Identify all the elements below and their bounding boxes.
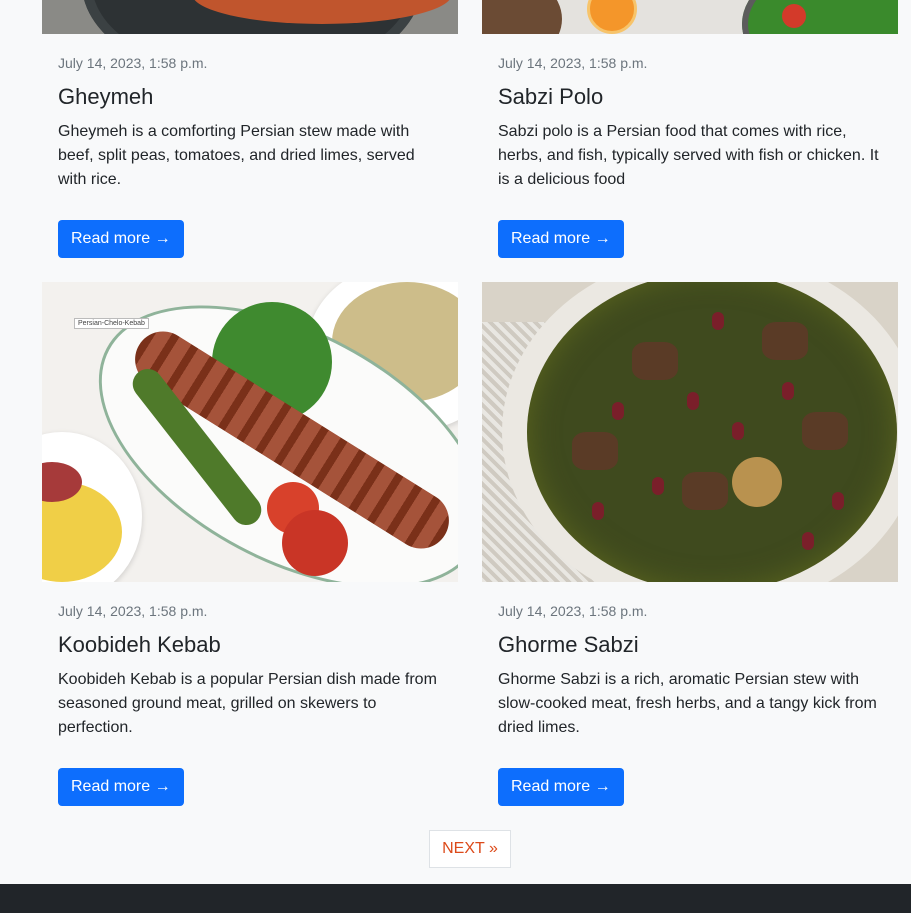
bean-shape	[712, 312, 724, 330]
post-title[interactable]: Gheymeh	[58, 84, 442, 110]
post-date: July 14, 2023, 1:58 p.m.	[58, 55, 208, 71]
plate-shape	[482, 0, 562, 34]
read-more-button[interactable]: Read more →	[58, 220, 184, 258]
read-more-button[interactable]: Read more →	[498, 768, 624, 806]
tomato-shape	[282, 510, 348, 576]
bean-shape	[832, 492, 844, 510]
bean-shape	[612, 402, 624, 420]
post-description: Gheymeh is a comforting Persian stew mad…	[58, 123, 415, 188]
post-image-koobideh-kebab[interactable]: Persian-Chelo-Kebab	[42, 282, 458, 582]
post-date: July 14, 2023, 1:58 p.m.	[498, 55, 648, 71]
bean-shape	[782, 382, 794, 400]
next-page-button[interactable]: NEXT »	[429, 830, 511, 868]
post-image-gheymeh[interactable]	[42, 0, 458, 34]
read-more-button[interactable]: Read more →	[58, 768, 184, 806]
meat-shape	[632, 342, 678, 380]
bean-shape	[732, 422, 744, 440]
post-card-sabzi-polo: July 14, 2023, 1:58 p.m. Sabzi Polo Sabz…	[482, 0, 898, 258]
post-title[interactable]: Ghorme Sabzi	[498, 632, 882, 658]
post-date: July 14, 2023, 1:58 p.m.	[498, 603, 648, 619]
post-date: July 14, 2023, 1:58 p.m.	[58, 603, 208, 619]
meat-shape	[682, 472, 728, 510]
post-description: Koobideh Kebab is a popular Persian dish…	[58, 671, 437, 736]
post-image-ghorme-sabzi[interactable]	[482, 282, 898, 582]
post-card-koobideh-kebab: Persian-Chelo-Kebab July 14, 2023, 1:58 …	[42, 282, 458, 806]
post-title[interactable]: Koobideh Kebab	[58, 632, 442, 658]
bean-shape	[592, 502, 604, 520]
bean-shape	[652, 477, 664, 495]
post-image-sabzi-polo[interactable]	[482, 0, 898, 34]
post-title[interactable]: Sabzi Polo	[498, 84, 882, 110]
post-description: Ghorme Sabzi is a rich, aromatic Persian…	[498, 671, 877, 736]
bean-shape	[687, 392, 699, 410]
salad-shape	[742, 0, 898, 34]
read-more-button[interactable]: Read more →	[498, 220, 624, 258]
post-card-ghorme-sabzi: July 14, 2023, 1:58 p.m. Ghorme Sabzi Gh…	[482, 282, 898, 806]
meat-shape	[762, 322, 808, 360]
footer	[0, 884, 911, 913]
meat-shape	[802, 412, 848, 450]
meat-shape	[572, 432, 618, 470]
post-description: Sabzi polo is a Persian food that comes …	[498, 123, 879, 188]
bean-shape	[802, 532, 814, 550]
orange-shape	[587, 0, 637, 34]
image-caption: Persian-Chelo-Kebab	[74, 318, 149, 329]
post-card-gheymeh: July 14, 2023, 1:58 p.m. Gheymeh Gheymeh…	[42, 0, 458, 258]
potato-shape	[732, 457, 782, 507]
